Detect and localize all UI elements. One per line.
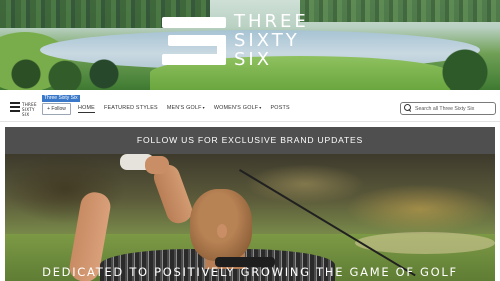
brand-tagline: DEDICATED TO POSITIVELY GROWING THE GAME…	[42, 265, 458, 279]
chevron-down-icon: ▾	[202, 105, 205, 110]
hero-bush-right	[430, 45, 500, 90]
nav-home[interactable]: HOME	[78, 104, 95, 113]
search-icon[interactable]	[404, 104, 413, 113]
follow-button[interactable]: + Follow	[42, 103, 71, 115]
chevron-down-icon: ▾	[259, 105, 262, 110]
golfer-figure	[65, 154, 416, 281]
nav-womens-golf[interactable]: WOMEN'S GOLF▾	[214, 104, 262, 113]
brand-name: THREE SIXTY SIX	[234, 11, 309, 70]
nav-featured-styles-label: FEATURED STYLES	[103, 105, 158, 111]
nav-womens-golf-label: WOMEN'S GOLF	[213, 105, 259, 111]
store-search[interactable]	[400, 102, 496, 115]
nav-mens-golf[interactable]: MEN'S GOLF▾	[167, 104, 205, 113]
logo-mark-icon	[162, 16, 226, 65]
hero-bushes	[0, 58, 130, 90]
storefront-page: THREE SIXTY SIX THREE SIXTY SIX Three Si…	[0, 0, 500, 281]
nav-posts-label: POSTS	[270, 105, 290, 111]
brand-tag[interactable]: Three Sixty Six	[42, 95, 80, 102]
golfer-photo	[5, 154, 495, 281]
nav-home-label: HOME	[78, 105, 95, 111]
follow-promo-banner[interactable]: FOLLOW US FOR EXCLUSIVE BRAND UPDATES	[5, 127, 495, 154]
brand-logo[interactable]: THREE SIXTY SIX	[162, 12, 319, 69]
search-input[interactable]	[415, 105, 495, 112]
small-logo-line2: SIXTY SIX	[22, 107, 35, 117]
nav-links: HOME FEATURED STYLES MEN'S GOLF▾ WOMEN'S…	[78, 104, 290, 113]
hero-tree-line-right	[300, 0, 500, 22]
nav-posts[interactable]: POSTS	[271, 104, 290, 113]
small-brand-logo[interactable]: THREE SIXTY SIX	[10, 101, 37, 117]
nav-mens-golf-label: MEN'S GOLF	[166, 105, 202, 111]
promo-section: FOLLOW US FOR EXCLUSIVE BRAND UPDATES DE…	[5, 127, 495, 281]
nav-featured-styles[interactable]: FEATURED STYLES	[104, 104, 158, 113]
hero-banner: THREE SIXTY SIX	[0, 0, 500, 90]
